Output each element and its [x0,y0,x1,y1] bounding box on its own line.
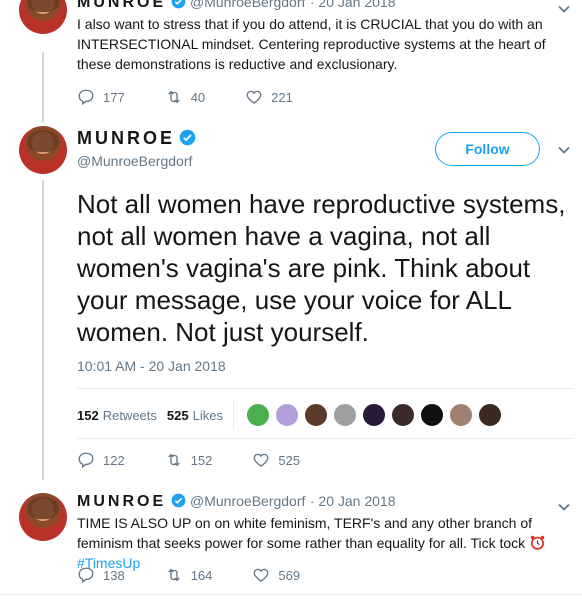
liker-avatar[interactable] [245,403,270,427]
divider [77,388,574,389]
user-handle[interactable]: @MunroeBergdorf [190,493,305,509]
retweet-total: 152 [77,407,99,423]
user-handle[interactable]: @MunroeBergdorf [190,0,305,10]
likes-stat[interactable]: 525 Likes [167,408,223,423]
liker-avatar[interactable] [274,403,299,427]
liker-avatar[interactable] [477,403,502,427]
like-count: 525 [278,452,301,468]
tweet-text-body: TIME IS ALSO UP on on white feminism, TE… [77,515,533,551]
liker-avatar[interactable] [303,403,328,427]
retweets-label: Retweets [102,407,157,423]
chevron-down-icon[interactable] [557,143,571,157]
tweet-actions: 138 164 569 [77,566,340,584]
display-name[interactable]: MUNROE [77,128,175,148]
like-count: 569 [278,567,301,583]
liker-avatars [245,403,507,427]
engagement-stats: 152 Retweets 525 Likes [77,400,507,430]
retweet-button[interactable]: 164 [165,566,213,584]
like-button[interactable]: 221 [245,88,293,106]
follow-button[interactable]: Follow [435,132,540,166]
display-name[interactable]: MUNROE [77,0,166,11]
reply-icon [78,89,94,106]
heart-icon [246,90,262,104]
alarm-clock-icon [530,535,545,550]
chevron-down-icon[interactable] [557,500,571,514]
tweet-header: MUNROE [77,128,196,149]
like-count: 221 [271,89,293,105]
tweet-header: MUNROE @MunroeBergdorf · 20 Jan 2018 [77,0,395,12]
like-button[interactable]: 525 [252,451,300,469]
avatar[interactable] [19,126,67,174]
tweet-timestamp[interactable]: 10:01 AM - 20 Jan 2018 [77,358,226,374]
liker-avatar[interactable] [448,403,473,427]
reply-icon [78,567,94,584]
likes-label: Likes [192,407,223,423]
like-total: 525 [166,407,189,423]
tweet-text: TIME IS ALSO UP on on white feminism, TE… [77,513,572,573]
verified-badge-icon [171,493,185,508]
verified-badge-icon [180,129,196,146]
divider [77,438,574,439]
liker-avatar[interactable] [361,403,386,427]
avatar[interactable] [19,493,67,541]
liker-avatar[interactable] [332,403,357,427]
user-handle[interactable]: @MunroeBergdorf [77,153,192,169]
like-button[interactable]: 569 [252,566,300,584]
retweet-button[interactable]: 40 [165,88,205,106]
tweet-text: Not all women have reproductive systems,… [77,189,566,347]
retweet-icon [167,90,180,104]
liker-avatar[interactable] [390,403,415,427]
heart-icon [254,453,269,467]
verified-badge-icon [171,0,185,9]
reply-button[interactable]: 122 [77,451,125,469]
tweet-text: I also want to stress that if you do att… [77,16,546,72]
liker-avatar[interactable] [419,403,444,427]
reply-button[interactable]: 177 [77,88,125,106]
thread-line-top [42,52,44,122]
display-name[interactable]: MUNROE [77,493,166,510]
reply-button[interactable]: 138 [77,566,125,584]
tweet-actions: 177 40 221 [77,88,333,106]
retweet-count: 164 [190,567,213,583]
divider [0,594,582,595]
retweets-stat[interactable]: 152 Retweets [77,408,157,423]
reply-icon [78,452,94,469]
tweet-date[interactable]: · 20 Jan 2018 [310,0,396,10]
reply-count: 138 [103,567,125,583]
retweet-count: 40 [190,89,206,105]
retweet-icon [167,453,180,467]
reply-count: 177 [103,89,125,105]
tweet-header: MUNROE @MunroeBergdorf · 20 Jan 2018 [77,493,395,511]
heart-icon [254,568,269,582]
divider [232,400,234,430]
thread-line-middle [42,180,44,480]
tweet-date[interactable]: · 20 Jan 2018 [310,493,396,509]
tweet-actions: 122 152 525 [77,451,340,469]
reply-count: 122 [103,452,125,468]
retweet-count: 152 [190,452,213,468]
retweet-icon [167,568,180,582]
avatar[interactable] [19,0,67,34]
retweet-button[interactable]: 152 [165,451,213,469]
